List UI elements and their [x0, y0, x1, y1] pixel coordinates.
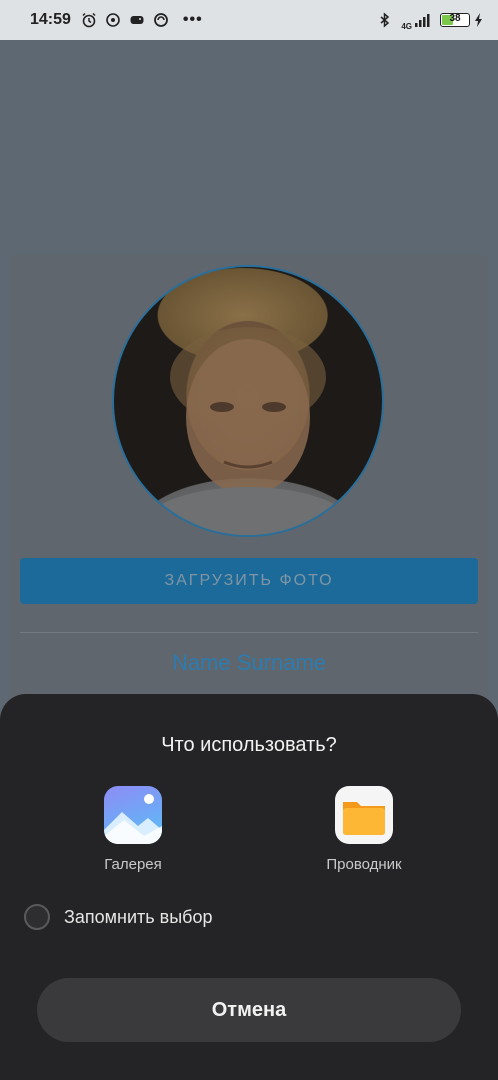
upload-photo-button[interactable]: ЗАГРУЗИТЬ ФОТО [20, 558, 478, 604]
remember-label: Запомнить выбор [64, 906, 213, 927]
profile-photo [112, 265, 384, 537]
sync-icon [106, 13, 120, 27]
signal-icon [415, 14, 430, 27]
battery-level: 38 [449, 13, 461, 24]
file-manager-label: Проводник [326, 856, 402, 873]
bluetooth-icon [380, 12, 390, 28]
gallery-icon[interactable] [104, 786, 162, 844]
battery-icon: 38 [440, 13, 470, 27]
cancel-button[interactable]: Отмена [37, 978, 461, 1042]
profile-name: Name Surname [171, 650, 327, 675]
gallery-label: Галерея [104, 856, 162, 873]
status-bar: 14:59 ••• 4G 38 [0, 0, 498, 40]
remember-choice[interactable]: Запомнить выбор [24, 904, 212, 930]
game-icon [130, 16, 144, 24]
file-manager-option[interactable]: Проводник [304, 786, 424, 873]
divider [20, 632, 478, 633]
folder-icon[interactable] [335, 786, 393, 844]
more-indicator: ••• [182, 11, 203, 28]
network-type: 4G [401, 21, 412, 31]
remember-checkbox[interactable] [24, 904, 50, 930]
gallery-option[interactable]: Галерея [73, 786, 193, 873]
alarm-icon [82, 12, 96, 28]
charging-icon [475, 13, 482, 27]
app-chooser-sheet: Что использовать? Галерея Проводник Запо… [0, 694, 498, 1080]
status-time: 14:59 [30, 11, 71, 28]
portrait-image [138, 327, 358, 535]
vpn-icon [154, 13, 168, 27]
sheet-title: Что использовать? [161, 734, 337, 756]
